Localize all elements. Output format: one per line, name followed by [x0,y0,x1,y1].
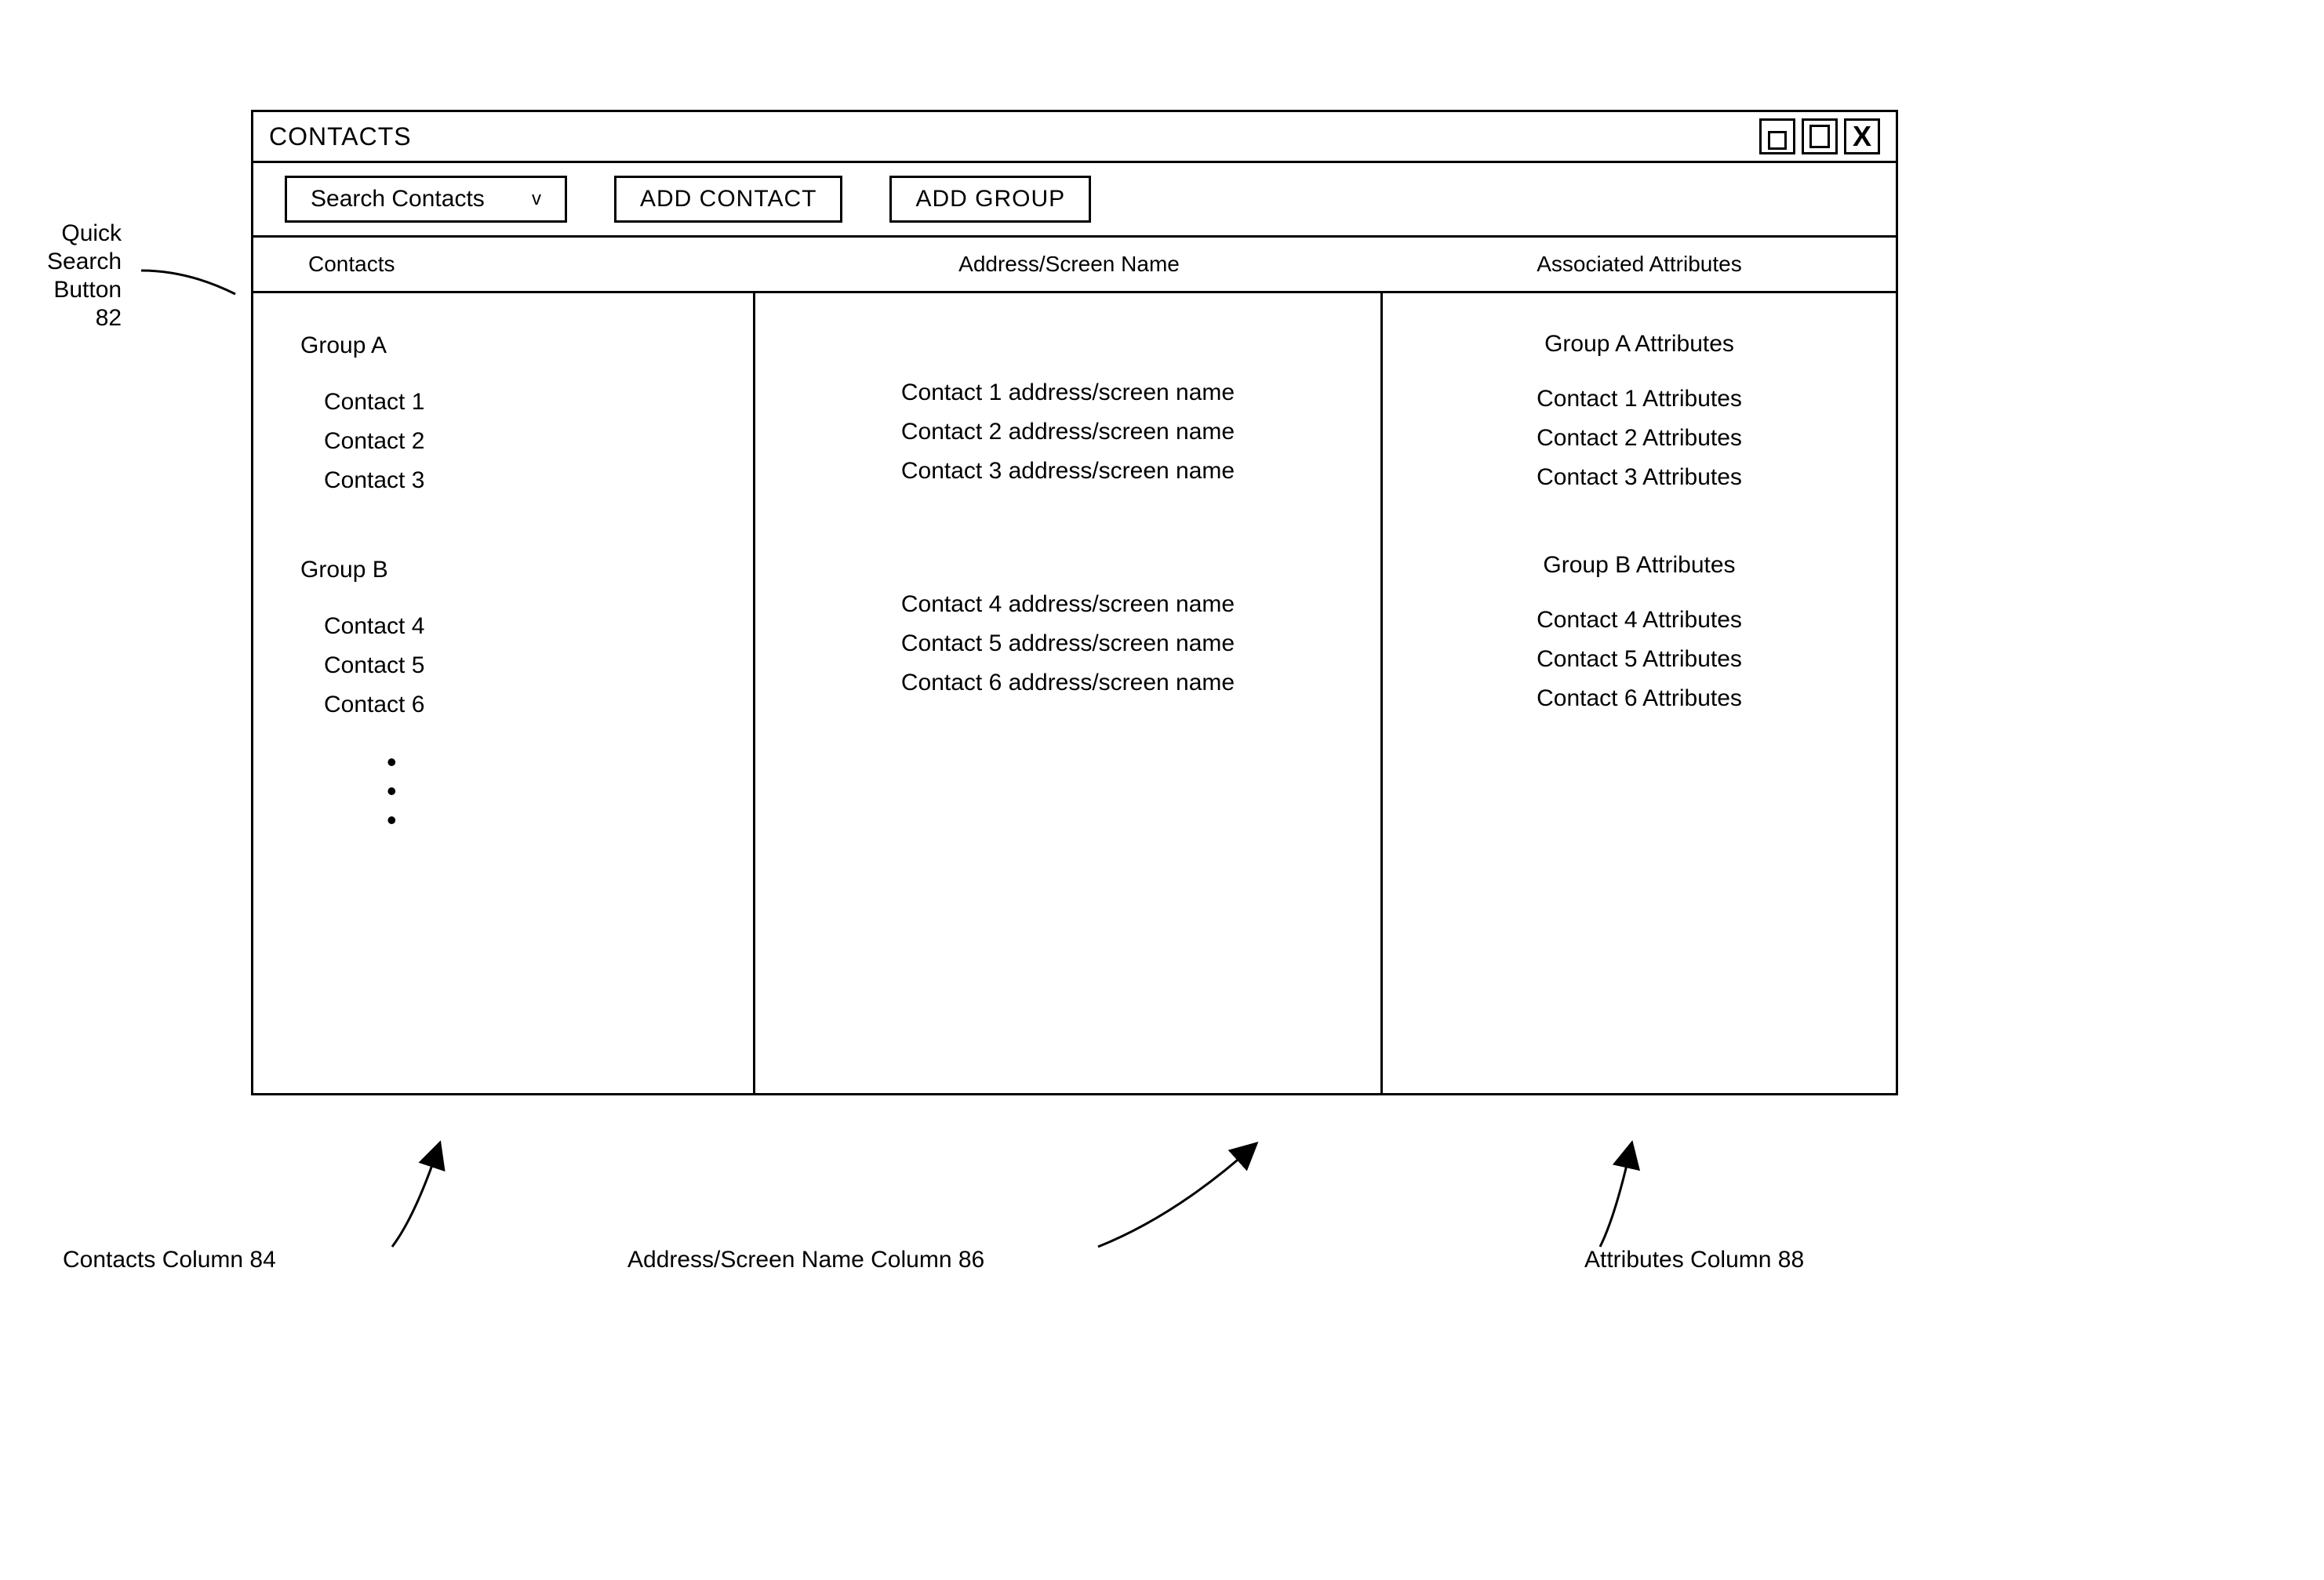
address-cell: Contact 1 address/screen name [755,373,1380,412]
attributes-cell: Contact 1 Attributes [1383,380,1896,419]
search-contacts-label: Search Contacts [311,186,485,212]
column-headers: Contacts Address/Screen Name Associated … [253,238,1896,293]
maximize-button[interactable] [1802,118,1838,154]
attributes-cell: Contact 4 Attributes [1383,601,1896,640]
address-cell: Contact 5 address/screen name [755,624,1380,663]
diagram-container: Contact List 80 Add Contact Button 83 Ad… [78,110,2246,1095]
group-label[interactable]: Group A [293,325,753,367]
maximize-icon [1809,125,1830,148]
contact-item[interactable]: Contact 2 [293,422,753,461]
header-attributes: Associated Attributes [1383,245,1896,283]
add-group-button[interactable]: ADD GROUP [889,176,1091,223]
minimize-button[interactable] [1759,118,1795,154]
attributes-column: Group A Attributes Contact 1 Attributes … [1383,293,1896,1093]
callout-attributes-column: Attributes Column 88 [1584,1247,1804,1273]
contact-item[interactable]: Contact 3 [293,461,753,500]
address-cell: Contact 2 address/screen name [755,412,1380,452]
callout-line: Search [47,248,122,276]
contact-item[interactable]: Contact 5 [293,646,753,685]
titlebar: CONTACTS X [253,112,1896,163]
attributes-cell: Contact 3 Attributes [1383,458,1896,497]
address-column: Contact 1 address/screen name Contact 2 … [755,293,1383,1093]
callout-quick-search-button: Quick Search Button 82 [47,220,122,332]
callout-line: 82 [47,304,122,332]
callout-contacts-column: Contacts Column 84 [63,1247,276,1273]
callout-line: Button [47,276,122,304]
contacts-window: CONTACTS X Search Contacts v ADD CONTACT… [251,110,1898,1095]
group-label[interactable]: Group B [293,549,753,591]
group-attributes: Group B Attributes [1383,546,1896,585]
address-cell: Contact 6 address/screen name [755,663,1380,703]
address-cell: Contact 3 address/screen name [755,452,1380,491]
toolbar: Search Contacts v ADD CONTACT ADD GROUP [253,163,1896,238]
address-cell: Contact 4 address/screen name [755,585,1380,624]
attributes-cell: Contact 6 Attributes [1383,679,1896,718]
minimize-icon [1768,131,1787,150]
header-address: Address/Screen Name [755,245,1383,283]
ellipsis-icon: ••• [293,748,753,834]
chevron-down-icon: v [532,188,541,210]
attributes-cell: Contact 5 Attributes [1383,640,1896,679]
group-attributes: Group A Attributes [1383,325,1896,364]
window-title: CONTACTS [269,122,412,151]
attributes-cell: Contact 2 Attributes [1383,419,1896,458]
contacts-column: Group A Contact 1 Contact 2 Contact 3 Gr… [253,293,755,1093]
callout-address-column: Address/Screen Name Column 86 [627,1247,984,1273]
body-area: Group A Contact 1 Contact 2 Contact 3 Gr… [253,293,1896,1093]
close-icon: X [1853,122,1871,151]
search-contacts-button[interactable]: Search Contacts v [285,176,567,223]
contact-item[interactable]: Contact 1 [293,383,753,422]
add-contact-button[interactable]: ADD CONTACT [614,176,842,223]
callout-line: Quick [47,220,122,248]
window-controls: X [1759,118,1880,154]
leader-lines-bottom [78,1098,1961,1255]
close-button[interactable]: X [1844,118,1880,154]
contact-item[interactable]: Contact 6 [293,685,753,725]
contact-item[interactable]: Contact 4 [293,607,753,646]
header-contacts: Contacts [253,245,755,283]
